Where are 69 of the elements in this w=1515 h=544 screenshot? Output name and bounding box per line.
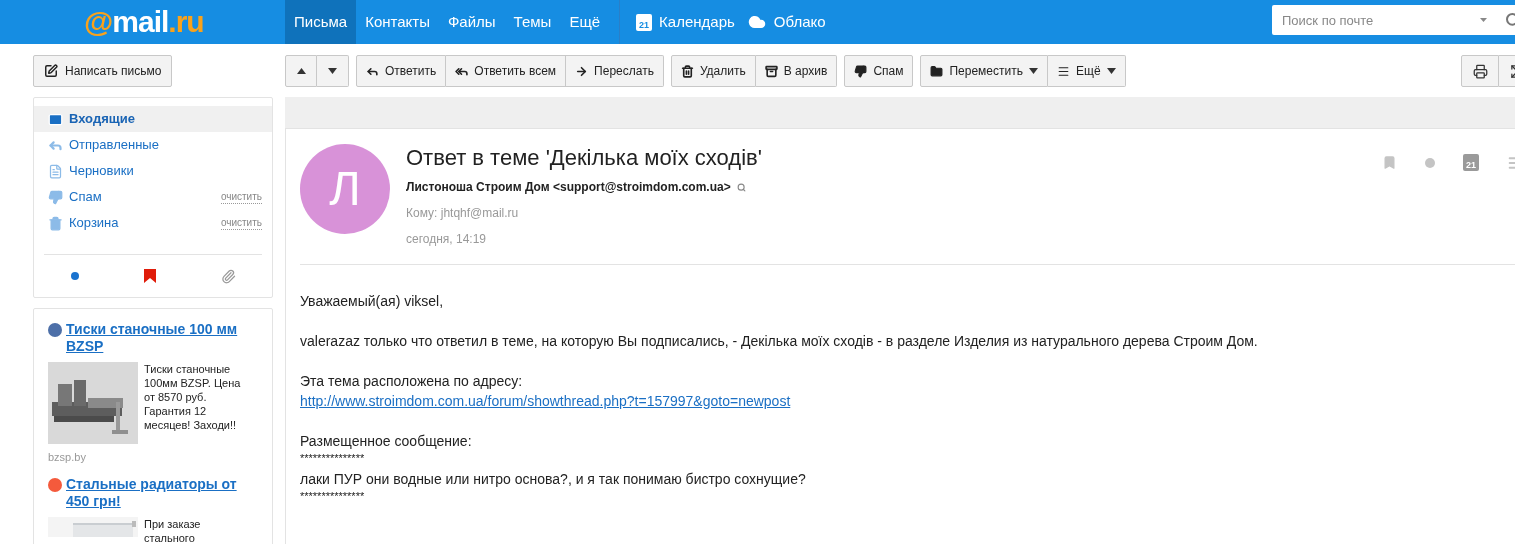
folder-item[interactable]: Черновики (34, 158, 272, 184)
nav-tab[interactable]: Темы (504, 0, 561, 44)
ad-title[interactable]: Тиски станочные 100 мм BZSP (66, 321, 258, 355)
calendar-icon[interactable]: 21 (1463, 154, 1479, 171)
printer-icon (1472, 63, 1488, 79)
ad-text: При заказе стального (144, 517, 202, 544)
ad-domain[interactable]: bzsp.by (48, 451, 86, 463)
message-text: лаки ПУР они водные или нитро основа?, и я так понимаю бистро сохнущие? (300, 470, 806, 489)
clear-link[interactable]: очистить (220, 190, 262, 204)
next-button[interactable] (317, 55, 349, 87)
search-field[interactable]: Поиск по почте (1272, 5, 1515, 35)
nav-tab[interactable]: Контакты (356, 0, 439, 44)
avatar: Л (300, 144, 390, 234)
thumbs-down-icon (854, 64, 868, 78)
bookmark-icon[interactable] (143, 269, 156, 283)
message-date: сегодня, 14:19 (406, 231, 488, 248)
previous-button[interactable] (285, 55, 317, 87)
arrow-right-icon (575, 64, 589, 78)
toolbar-button[interactable]: В архив (755, 55, 838, 87)
toolbar-button[interactable]: Ответить (356, 55, 447, 87)
sender[interactable]: Листоноша Строим Дом <support@stroimdom.com.ua> (406, 178, 731, 196)
toolbar-button[interactable]: Переместить (920, 55, 1048, 87)
toolbar-button[interactable]: Спам (844, 55, 914, 87)
document-icon (48, 163, 63, 179)
folder-item[interactable]: Отправленные (34, 132, 272, 158)
message-text: valerazaz только что ответил в теме, на которую Вы подписались, - Декілька моїх сходів - в разделе Изделия из натурального дерева Строим Дом. (300, 332, 1258, 351)
caret-icon (328, 68, 337, 74)
search-icon[interactable] (736, 182, 746, 192)
caret-icon[interactable] (1480, 18, 1487, 22)
app-link[interactable]: Облако (740, 0, 832, 44)
calendar-icon[interactable]: 21 (636, 13, 653, 31)
thumbs-down-icon (48, 189, 63, 205)
menu-icon (1057, 64, 1070, 78)
caret-icon (1029, 68, 1038, 74)
message-subject: Ответ в теме 'Декілька моїх сходів' (406, 145, 763, 171)
nav-tab[interactable]: Письма (285, 0, 357, 44)
envelope-icon (48, 111, 63, 127)
clear-link[interactable]: очистить (220, 216, 262, 230)
app-link[interactable]: 21 Календарь (630, 0, 741, 44)
compose-icon (44, 64, 58, 78)
recipient: Кому: jhtqhf@mail.ru (406, 205, 520, 222)
caret-icon (296, 68, 306, 74)
archive-icon (764, 64, 778, 78)
folder-icon (930, 64, 944, 78)
toolbar-button[interactable]: Переслать (566, 55, 664, 87)
message-text: Размещенное сообщение: (300, 432, 472, 451)
toolbar-button[interactable]: Ещё (1048, 55, 1126, 87)
trash-icon (48, 215, 63, 231)
print-button[interactable] (1461, 55, 1499, 87)
folder-item[interactable]: Спам очистить (34, 184, 272, 210)
cloud-icon (746, 13, 767, 31)
message-link[interactable]: http://www.stroimdom.com.ua/forum/showthread.php?t=157997&goto=newpost (300, 391, 791, 411)
message-text: *************** (300, 453, 365, 464)
ad-title[interactable]: Стальные радиаторы от 450 грн! (66, 476, 258, 510)
trash-icon (680, 64, 694, 78)
folder-item[interactable]: Корзина очистить (34, 210, 272, 236)
message-text: *************** (300, 491, 365, 502)
compose-button[interactable]: Написать письмо (33, 55, 173, 87)
nav-tab[interactable]: Ещё (560, 0, 610, 44)
folder-item[interactable]: Входящие (34, 106, 272, 132)
toolbar-button[interactable]: Ответить всем (446, 55, 567, 87)
message-text: Эта тема расположена по адресу: (300, 372, 523, 391)
logo[interactable]: @mail.ru (84, 7, 204, 37)
toolbar-button[interactable]: Удалить (670, 55, 756, 87)
caret-icon (1106, 68, 1116, 74)
nav-tab[interactable]: Файлы (438, 0, 505, 44)
ad-text: Тиски станочные 100мм BZSP. Цена от 8570 руб. Гарантия 12 месяцев! Заходи!! (144, 362, 242, 433)
paperclip-icon[interactable] (220, 268, 236, 284)
message-text: Уважаемый(ая) viksel, (300, 292, 444, 311)
